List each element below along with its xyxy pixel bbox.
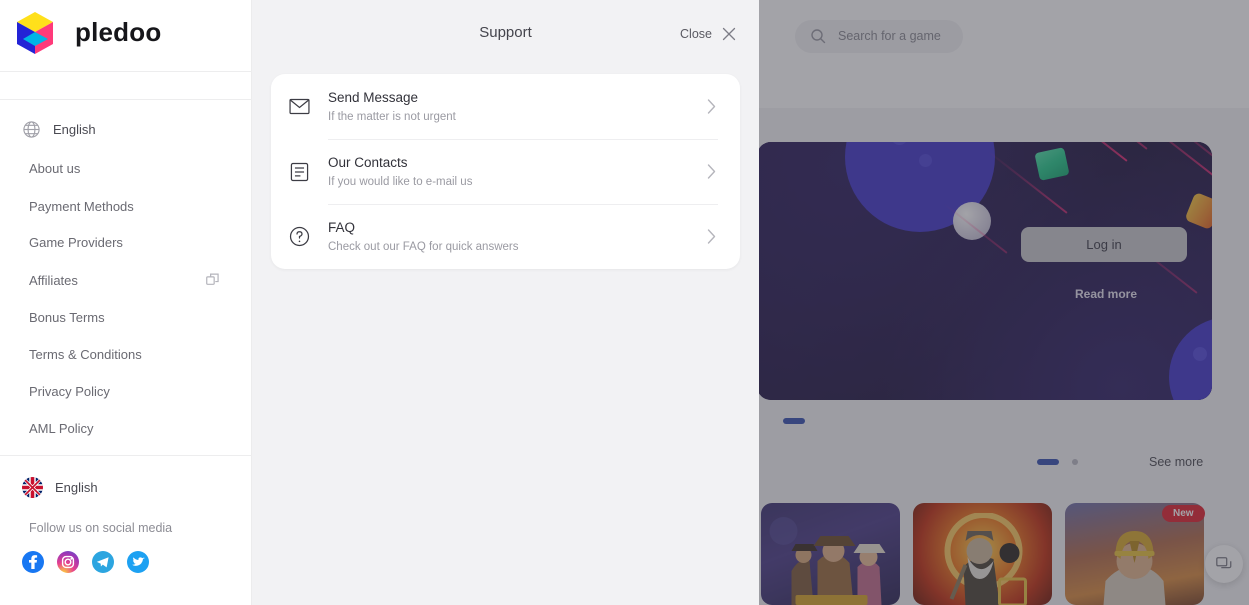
sidebar-item-affiliates[interactable]: Affiliates — [29, 273, 78, 288]
support-option-text: Our Contacts If you would like to e-mail… — [328, 155, 704, 188]
support-option-title: Our Contacts — [328, 155, 408, 170]
sidebar-item-aml-policy[interactable]: AML Policy — [29, 421, 94, 436]
support-option-subtitle: If you would like to e-mail us — [328, 176, 473, 188]
question-circle-icon — [271, 226, 328, 247]
sidebar-language-selector-bottom[interactable]: English — [22, 477, 98, 498]
sidebar-language-label-top: English — [53, 122, 96, 137]
facebook-icon[interactable] — [22, 551, 44, 573]
row-separator — [328, 204, 718, 205]
document-icon — [271, 162, 328, 182]
sidebar-item-terms-conditions[interactable]: Terms & Conditions — [29, 347, 142, 362]
support-option-text: Send Message If the matter is not urgent — [328, 90, 704, 123]
social-links — [22, 551, 149, 573]
sidebar-language-selector-top[interactable]: English — [22, 120, 96, 139]
sidebar-divider-top — [0, 71, 252, 72]
sidebar-item-about-us[interactable]: About us — [29, 161, 80, 176]
telegram-icon[interactable] — [92, 551, 114, 573]
support-option-subtitle: If the matter is not urgent — [328, 111, 456, 123]
sidebar-item-privacy-policy[interactable]: Privacy Policy — [29, 384, 110, 399]
brand-name: pledoo — [75, 17, 162, 47]
support-modal: Support Close Send Message If the matter… — [252, 0, 759, 605]
globe-icon — [23, 121, 40, 138]
support-option-our-contacts[interactable]: Our Contacts If you would like to e-mail… — [271, 139, 740, 204]
sidebar-item-bonus-terms[interactable]: Bonus Terms — [29, 310, 105, 325]
support-option-send-message[interactable]: Send Message If the matter is not urgent — [271, 74, 740, 139]
sidebar-language-label-bottom: English — [55, 480, 98, 495]
close-button-label: Close — [680, 27, 712, 41]
row-separator — [328, 139, 718, 140]
follow-us-label: Follow us on social media — [29, 521, 173, 535]
support-option-title: FAQ — [328, 220, 356, 235]
sidebar-divider-second — [0, 99, 252, 100]
pledoo-cube-logo — [14, 10, 56, 56]
chevron-right-icon — [704, 229, 718, 244]
support-option-faq[interactable]: FAQ Check out our FAQ for quick answers — [271, 204, 740, 269]
app-root: o Search for a game doo's choice Feature… — [0, 0, 1249, 605]
chevron-right-icon — [704, 164, 718, 179]
instagram-icon[interactable] — [57, 551, 79, 573]
support-options-card: Send Message If the matter is not urgent… — [271, 74, 740, 269]
chevron-right-icon — [704, 99, 718, 114]
twitter-icon[interactable] — [127, 551, 149, 573]
uk-flag-icon — [22, 477, 43, 498]
sidebar-divider-bottom — [0, 455, 252, 456]
sidebar-item-payment-methods[interactable]: Payment Methods — [29, 199, 134, 214]
external-link-icon — [206, 273, 219, 286]
close-button[interactable]: Close — [680, 26, 737, 42]
support-option-subtitle: Check out our FAQ for quick answers — [328, 241, 519, 253]
support-option-text: FAQ Check out our FAQ for quick answers — [328, 220, 704, 253]
sidebar-item-game-providers[interactable]: Game Providers — [29, 235, 123, 250]
sidebar: pledoo English About us Payment Methods … — [0, 0, 252, 605]
close-icon — [722, 27, 736, 41]
support-option-title: Send Message — [328, 90, 419, 105]
envelope-icon — [271, 98, 328, 115]
